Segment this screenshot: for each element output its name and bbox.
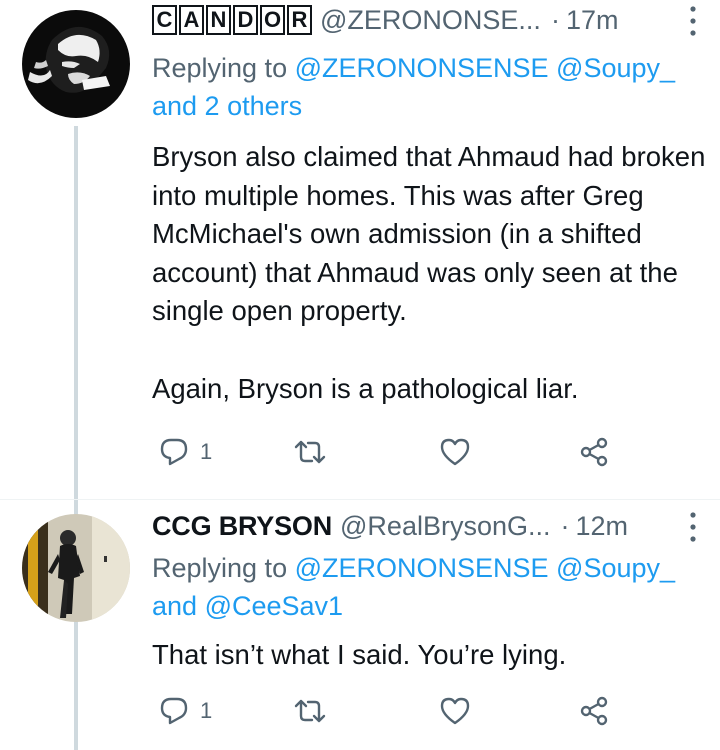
replying-to: Replying to @ZERONONSENSE @Soupy_ and 2 …	[152, 49, 712, 125]
tweet-text: Bryson also claimed that Ahmaud had brok…	[152, 138, 712, 408]
reply-button[interactable]: 1	[158, 432, 212, 472]
reply-button[interactable]: 1	[158, 691, 212, 731]
tweet-paragraph: Bryson also claimed that Ahmaud had brok…	[152, 141, 706, 327]
avatar[interactable]	[22, 514, 130, 622]
replying-prefix: Replying to	[152, 553, 288, 583]
tweet-header: CCG BRYSON @RealBrysonG... · 12m	[152, 506, 628, 546]
user-handle[interactable]: @RealBrysonG...	[340, 511, 550, 542]
tweet-paragraph: That isn’t what I said. You’re lying.	[152, 639, 567, 670]
speech-bubble-icon	[160, 438, 188, 466]
heart-outline-icon	[440, 438, 470, 466]
share-nodes-icon	[580, 437, 608, 467]
timestamp[interactable]: 12m	[576, 511, 629, 542]
tweet-candor[interactable]: CANDOR @ZERONONSE... · 17m Replying to @…	[0, 0, 720, 500]
retweet-button[interactable]	[294, 691, 326, 731]
tweet-paragraph: Again, Bryson is a pathological liar.	[152, 372, 579, 404]
avatar-candor-image	[22, 10, 130, 118]
speech-bubble-icon	[160, 697, 188, 725]
share-nodes-icon	[580, 696, 608, 726]
display-name-boxed[interactable]: CANDOR	[152, 5, 312, 35]
user-handle[interactable]: @ZERONONSE...	[320, 5, 541, 36]
separator-dot: ·	[560, 510, 570, 541]
display-name-letter: C	[152, 5, 177, 35]
display-name-letter: A	[179, 5, 204, 35]
timestamp[interactable]: 17m	[566, 5, 619, 36]
vertical-ellipsis-icon[interactable]	[688, 4, 698, 38]
display-name[interactable]: CCG BRYSON	[152, 511, 332, 542]
separator-dot: ·	[550, 4, 560, 35]
replying-mention-ceesav[interactable]: @CeeSav1	[205, 591, 343, 621]
replying-to: Replying to @ZERONONSENSE @Soupy_ and @C…	[152, 549, 712, 625]
replying-mentions[interactable]: @ZERONONSENSE @Soupy_	[295, 553, 675, 583]
avatar-bryson-image	[22, 514, 130, 622]
replying-others-link[interactable]: and 2 others	[152, 91, 302, 121]
retweet-arrows-icon	[294, 699, 326, 723]
display-name-letter: D	[233, 5, 258, 35]
avatar[interactable]	[22, 10, 130, 118]
vertical-ellipsis-icon[interactable]	[688, 510, 698, 544]
retweet-arrows-icon	[294, 440, 326, 464]
like-button[interactable]	[439, 691, 471, 731]
tweet-actions: 1	[152, 691, 632, 731]
heart-outline-icon	[440, 697, 470, 725]
share-button[interactable]	[578, 691, 610, 731]
display-name-letter: R	[287, 5, 312, 35]
replying-mentions[interactable]: @ZERONONSENSE @Soupy_	[295, 53, 675, 83]
tweet-ccg-bryson[interactable]: CCG BRYSON @RealBrysonG... · 12m Replyin…	[0, 500, 720, 750]
display-name-letter: O	[260, 5, 285, 35]
retweet-button[interactable]	[294, 432, 326, 472]
reply-count: 1	[200, 439, 213, 464]
tweet-header: CANDOR @ZERONONSE... · 17m	[152, 0, 618, 40]
replying-prefix: Replying to	[152, 53, 288, 83]
display-name-letter: N	[206, 5, 231, 35]
reply-count: 1	[200, 698, 213, 723]
tweet-actions: 1	[152, 432, 632, 472]
replying-and-text: and	[152, 591, 198, 621]
tweet-text: That isn’t what I said. You’re lying.	[152, 636, 712, 675]
share-button[interactable]	[578, 432, 610, 472]
like-button[interactable]	[439, 432, 471, 472]
